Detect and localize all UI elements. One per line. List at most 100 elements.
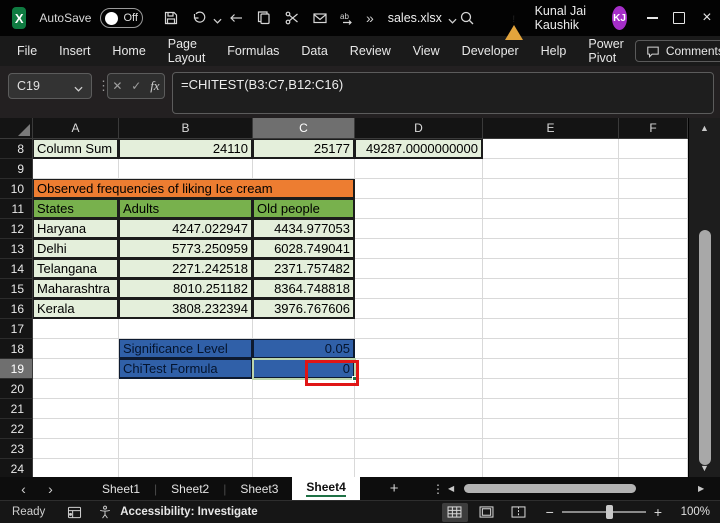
cell[interactable] <box>619 159 688 179</box>
cell[interactable] <box>619 459 688 477</box>
cell[interactable] <box>483 219 619 239</box>
cell[interactable] <box>119 399 253 419</box>
cell[interactable] <box>619 319 688 339</box>
translate-icon[interactable]: ab <box>334 4 362 32</box>
cell[interactable] <box>253 439 355 459</box>
cell[interactable] <box>619 399 688 419</box>
row-header-15[interactable]: 15 <box>0 279 33 299</box>
cell[interactable] <box>33 419 119 439</box>
ribbon-tab-page-layout[interactable]: Page Layout <box>157 36 217 66</box>
cell[interactable] <box>355 299 483 319</box>
document-title[interactable]: sales.xlsx <box>388 11 457 25</box>
cell-B18[interactable]: Significance Level <box>119 339 253 359</box>
cell[interactable] <box>355 379 483 399</box>
cell[interactable] <box>483 139 619 159</box>
sheet-prev-icon[interactable]: ‹ <box>10 481 37 497</box>
cell[interactable] <box>119 459 253 477</box>
cell-C18[interactable]: 0.05 <box>253 339 355 359</box>
cell[interactable] <box>355 419 483 439</box>
cell[interactable] <box>483 259 619 279</box>
maximize-button[interactable] <box>666 0 692 36</box>
add-sheet-button[interactable]: + <box>390 480 399 497</box>
cell[interactable] <box>619 239 688 259</box>
cell[interactable] <box>619 139 688 159</box>
warning-icon[interactable]: ! <box>505 11 523 26</box>
cut-icon[interactable] <box>278 4 306 32</box>
scroll-down-icon[interactable]: ▼ <box>689 463 720 473</box>
cell[interactable] <box>483 179 619 199</box>
cell-A8[interactable]: Column Sum <box>33 139 119 159</box>
cell-B11[interactable]: Adults <box>119 199 253 219</box>
cell[interactable] <box>33 159 119 179</box>
cell[interactable] <box>483 339 619 359</box>
cell[interactable] <box>33 399 119 419</box>
cell[interactable] <box>619 279 688 299</box>
macro-record-icon[interactable] <box>67 506 82 519</box>
ribbon-tab-home[interactable]: Home <box>101 36 156 66</box>
sheet-more-icon[interactable]: ⋮ <box>432 482 444 496</box>
ribbon-tab-view[interactable]: View <box>402 36 451 66</box>
cell[interactable] <box>33 459 119 477</box>
horizontal-scroll-thumb[interactable] <box>464 484 636 493</box>
cell-A14[interactable]: Telangana <box>33 259 119 279</box>
ribbon-tab-help[interactable]: Help <box>530 36 578 66</box>
cell[interactable] <box>33 379 119 399</box>
cell-C13[interactable]: 6028.749041 <box>253 239 355 259</box>
cell-A15[interactable]: Maharashtra <box>33 279 119 299</box>
avatar[interactable]: KJ <box>612 6 628 30</box>
cell[interactable] <box>119 379 253 399</box>
cell[interactable] <box>119 419 253 439</box>
cell[interactable] <box>619 439 688 459</box>
ribbon-tab-file[interactable]: File <box>6 36 48 66</box>
row-header-22[interactable]: 22 <box>0 419 33 439</box>
row-header-8[interactable]: 8 <box>0 139 33 159</box>
vertical-scroll-thumb[interactable] <box>699 230 711 465</box>
cell[interactable] <box>619 179 688 199</box>
sheet-tab-sheet4[interactable]: Sheet4 <box>292 477 359 500</box>
normal-view-button[interactable] <box>442 503 468 522</box>
vertical-scrollbar[interactable]: ▲ ▼ <box>688 118 720 477</box>
sheet-tab-sheet1[interactable]: Sheet1 <box>88 477 154 500</box>
cell[interactable] <box>483 239 619 259</box>
cell[interactable] <box>253 419 355 439</box>
cell-A13[interactable]: Delhi <box>33 239 119 259</box>
cell[interactable] <box>355 399 483 419</box>
cell[interactable] <box>355 279 483 299</box>
column-header-D[interactable]: D <box>355 118 483 139</box>
zoom-in-icon[interactable]: + <box>654 504 662 520</box>
insert-function-icon[interactable]: fx <box>150 78 159 94</box>
cell[interactable] <box>355 179 483 199</box>
column-header-F[interactable]: F <box>619 118 688 139</box>
row-header-13[interactable]: 13 <box>0 239 33 259</box>
cell[interactable] <box>253 399 355 419</box>
cell[interactable] <box>33 339 119 359</box>
cell[interactable] <box>355 199 483 219</box>
cell[interactable] <box>253 379 355 399</box>
cell-C11[interactable]: Old people <box>253 199 355 219</box>
cell[interactable] <box>355 439 483 459</box>
cell[interactable] <box>119 439 253 459</box>
column-header-A[interactable]: A <box>33 118 119 139</box>
autosave-toggle[interactable]: Off <box>100 8 142 28</box>
row-header-18[interactable]: 18 <box>0 339 33 359</box>
page-break-view-button[interactable] <box>506 503 532 522</box>
cell-C16[interactable]: 3976.767606 <box>253 299 355 319</box>
scroll-up-icon[interactable]: ▲ <box>689 123 720 133</box>
close-button[interactable]: × <box>694 0 720 36</box>
ribbon-tab-review[interactable]: Review <box>339 36 402 66</box>
cell-C15[interactable]: 8364.748818 <box>253 279 355 299</box>
undo-dropdown-icon[interactable] <box>213 14 222 22</box>
cell[interactable] <box>483 199 619 219</box>
row-header-21[interactable]: 21 <box>0 399 33 419</box>
cell[interactable] <box>253 459 355 477</box>
cell[interactable] <box>253 159 355 179</box>
cell-A16[interactable]: Kerala <box>33 299 119 319</box>
ribbon-tab-power-pivot[interactable]: Power Pivot <box>577 36 634 66</box>
row-header-24[interactable]: 24 <box>0 459 33 477</box>
cell[interactable] <box>355 239 483 259</box>
row-header-10[interactable]: 10 <box>0 179 33 199</box>
toolbar-overflow-chevrons[interactable]: » <box>366 10 374 26</box>
ribbon-tab-formulas[interactable]: Formulas <box>216 36 290 66</box>
cell-B8[interactable]: 24110 <box>119 139 253 159</box>
cell[interactable] <box>33 359 119 379</box>
